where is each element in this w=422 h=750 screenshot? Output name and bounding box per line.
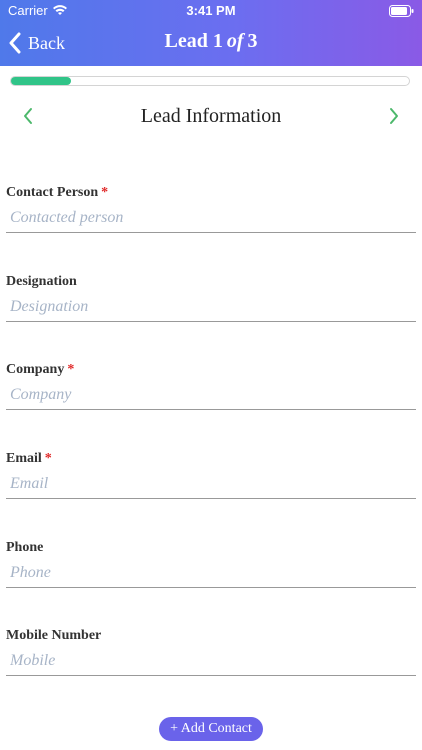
title-total: 3 [247,30,258,52]
contact-person-label-text: Contact Person [6,185,99,200]
phone-input[interactable] [6,558,416,588]
contact-person-label: Contact Person * [6,185,108,201]
email-label: Email * [6,451,52,467]
email-input[interactable] [6,469,416,499]
status-bar: Carrier 3:41 PM [0,0,422,22]
status-time: 3:41 PM [186,3,236,18]
contact-person-input[interactable] [6,203,416,233]
page-title: Lead 1 of 3 [0,30,422,53]
company-label-text: Company [6,362,65,377]
mobile-number-field: Mobile Number [6,628,416,688]
phone-field: Phone [6,540,416,600]
email-label-text: Email [6,451,42,466]
contact-person-field: Contact Person * [6,185,416,245]
designation-label-text: Designation [6,274,77,289]
add-contact-button[interactable]: + Add Contact [159,717,263,741]
battery-icon [389,5,414,17]
required-marker: * [67,362,75,377]
progress-fill [11,77,71,85]
section-title: Lead Information [140,105,282,127]
phone-label: Phone [6,540,46,556]
title-prefix: Lead [164,30,208,52]
mobile-number-input[interactable] [6,646,416,676]
company-input[interactable] [6,380,416,410]
designation-field: Designation [6,274,416,334]
required-marker: * [44,451,52,466]
app-header: Carrier 3:41 PM Back Lead 1 of 3 [0,0,422,66]
mobile-number-label-text: Mobile Number [6,628,102,643]
title-current: 1 [212,30,223,52]
section-nav: Lead Information [0,100,422,132]
title-of: of [226,30,244,52]
company-field: Company * [6,362,416,422]
email-field: Email * [6,451,416,511]
company-label: Company * [6,362,74,378]
designation-label: Designation [6,274,80,290]
designation-input[interactable] [6,292,416,322]
next-section-icon[interactable] [388,107,400,125]
phone-label-text: Phone [6,540,44,555]
required-marker: * [101,185,109,200]
mobile-number-label: Mobile Number [6,628,104,644]
progress-bar [10,76,410,86]
